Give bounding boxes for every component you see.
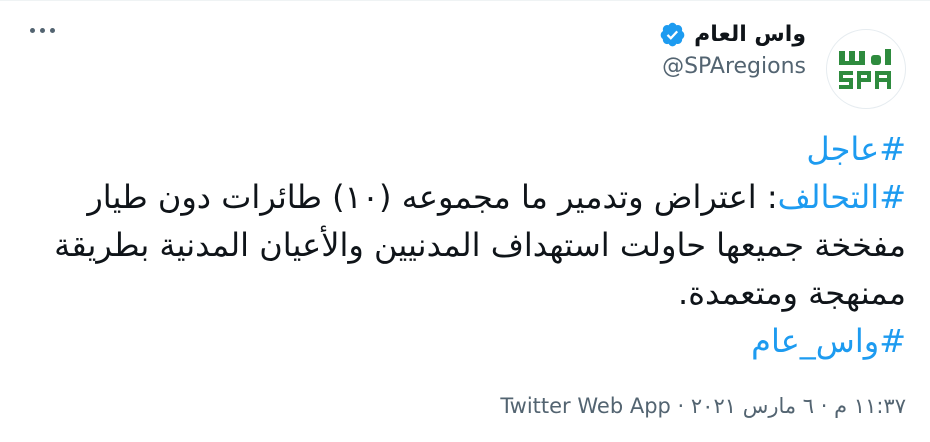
display-name[interactable]: واس العام xyxy=(694,22,806,47)
tweet-text: #عاجل #التحالف: اعتراض وتدمير ما مجموعه … xyxy=(46,125,906,365)
meta-separator: · xyxy=(814,394,835,418)
avatar[interactable] xyxy=(826,29,906,109)
tweet-time[interactable]: ١١:٣٧ م xyxy=(834,394,906,418)
name-row[interactable]: واس العام xyxy=(659,21,806,48)
more-dot xyxy=(30,27,35,33)
meta-separator: · xyxy=(670,394,691,418)
more-dot xyxy=(50,27,55,33)
user-handle[interactable]: @SPAregions xyxy=(662,54,806,79)
hashtag-link[interactable]: #واس_عام xyxy=(751,322,906,360)
hashtag-link[interactable]: #التحالف xyxy=(778,178,906,216)
spa-logo-icon xyxy=(839,49,891,89)
more-options-button[interactable] xyxy=(30,19,62,41)
verified-badge-icon xyxy=(660,22,685,47)
more-dot xyxy=(40,27,45,33)
hashtag-link[interactable]: #عاجل xyxy=(806,130,906,168)
tweet-date[interactable]: ٦ مارس ٢٠٢١ xyxy=(691,394,814,418)
tweet-meta: ١١:٣٧ م · ٦ مارس ٢٠٢١ · Twitter Web App xyxy=(500,394,906,418)
tweet-source[interactable]: Twitter Web App xyxy=(500,394,671,418)
tweet-card: واس العام @SPAregions #عاجل #التحالف: اع… xyxy=(0,0,930,442)
